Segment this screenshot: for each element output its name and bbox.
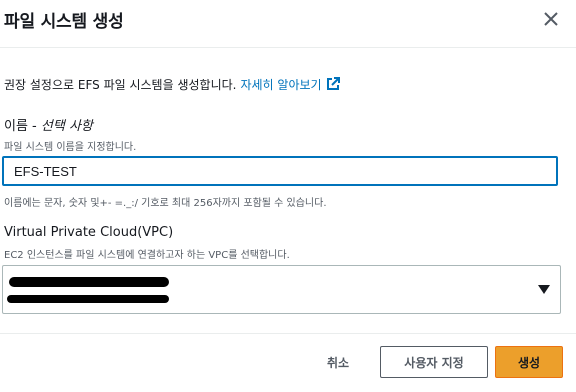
dialog-header: 파일 시스템 생성 (0, 0, 576, 48)
close-button[interactable] (539, 7, 563, 31)
vpc-field-description: EC2 인스턴스를 파일 시스템에 연결하고자 하는 VPC를 선택합니다. (4, 250, 290, 261)
name-field-constraint: 이름에는 문자, 숫자 및+- =._:/ 기호로 최대 256자까지 포함될 … (4, 198, 327, 209)
name-input[interactable]: EFS-TEST (2, 156, 558, 186)
name-field-description: 파일 시스템 이름을 지정합니다. (4, 142, 137, 153)
intro-text: 권장 설정으로 EFS 파일 시스템을 생성합니다. 자세히 알아보기 (4, 76, 340, 93)
learn-more-link[interactable]: 자세히 알아보기 (240, 78, 321, 92)
vpc-field-label: Virtual Private Cloud(VPC) (4, 225, 174, 240)
caret-down-icon (538, 285, 550, 294)
dialog-footer (0, 333, 576, 392)
name-field-label: 이름 - 선택 사항 (4, 115, 93, 134)
close-icon (544, 12, 558, 26)
create-button[interactable]: 생성 (495, 346, 563, 378)
intro-description: 권장 설정으로 EFS 파일 시스템을 생성합니다. (4, 78, 237, 92)
customize-button[interactable]: 사용자 지정 (380, 346, 488, 378)
redacted-vpc-name (7, 295, 169, 303)
name-label-text: 이름 - (4, 119, 41, 134)
cancel-button[interactable]: 취소 (313, 347, 363, 377)
create-file-system-dialog: 파일 시스템 생성 권장 설정으로 EFS 파일 시스템을 생성합니다. 자세히 … (0, 0, 576, 391)
vpc-select[interactable] (2, 265, 561, 314)
external-link-icon[interactable] (326, 77, 340, 91)
optional-label: 선택 사항 (40, 119, 93, 134)
redacted-vpc-id (9, 277, 169, 287)
dialog-title: 파일 시스템 생성 (4, 12, 124, 32)
